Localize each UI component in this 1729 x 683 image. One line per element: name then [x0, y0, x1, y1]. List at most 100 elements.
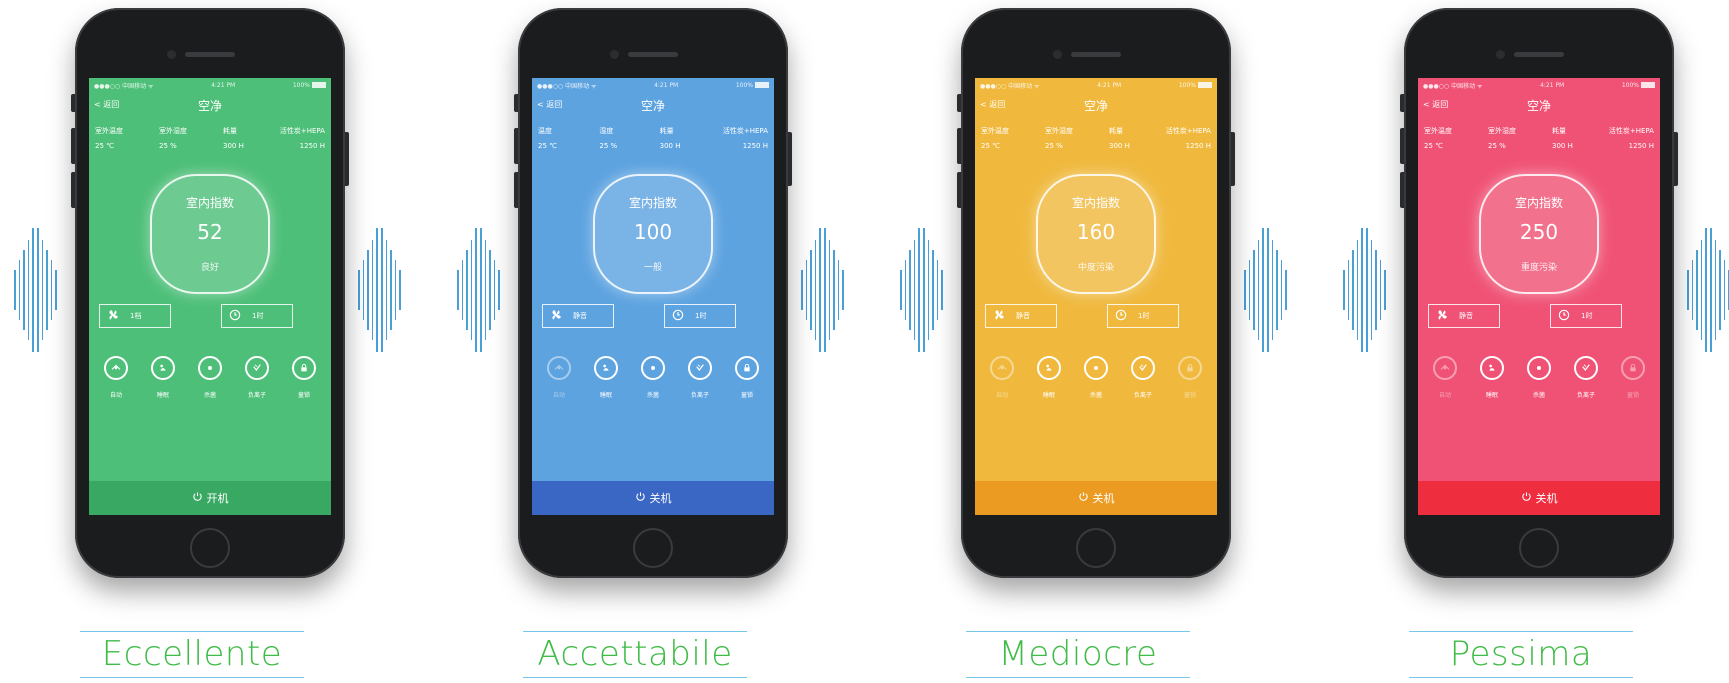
mode-toggle-3[interactable]: 杀菌	[191, 356, 229, 399]
fan-speed-button[interactable]: 1档	[99, 304, 171, 328]
wave-bar	[390, 250, 392, 330]
mode-label: 负离子	[247, 392, 266, 399]
mode-toggle-2[interactable]: 睡眠	[1030, 356, 1068, 399]
fan-speed-button[interactable]: 静音	[985, 304, 1057, 328]
page-title: 空净	[197, 99, 222, 113]
stat-value: 300 H	[659, 142, 681, 150]
wave-bar	[1285, 270, 1287, 310]
wave-bar	[1352, 250, 1354, 330]
caption-rule-top	[80, 631, 304, 632]
mode-toggle-3[interactable]: 杀菌	[1077, 356, 1115, 399]
mode-toggle-3[interactable]: 杀菌	[1520, 356, 1558, 399]
stat-label: 活性炭+HEPA	[1608, 127, 1654, 135]
stat-label: 室外湿度	[159, 127, 187, 135]
nav-bar: < 返回 空净	[89, 92, 331, 116]
wave-bar	[1723, 260, 1726, 320]
stat-label: 室外温度	[981, 127, 1009, 135]
wave-bar	[1271, 240, 1274, 340]
fan-speed-button[interactable]: 静音	[1428, 304, 1500, 328]
mode-toggle-5[interactable]: 童锁	[285, 356, 323, 399]
wave-bar	[1370, 240, 1373, 340]
fan-icon	[992, 308, 1006, 324]
mode-toggle-4[interactable]: 负离子	[238, 356, 276, 399]
wave-bar	[837, 260, 840, 320]
wave-bar	[1276, 250, 1278, 330]
timer-button[interactable]: 1时	[1107, 304, 1179, 328]
mode-toggle-1[interactable]: 自动	[540, 356, 578, 399]
mode-toolbar: 自动 睡眠 杀菌 负离子 童锁	[983, 356, 1209, 399]
stat-item: 室外温度 25 ℃	[1424, 126, 1452, 150]
mode-label: 负离子	[690, 392, 709, 399]
wave-bar	[810, 250, 812, 330]
auto-icon	[990, 356, 1014, 380]
mode-toggle-2[interactable]: 睡眠	[1473, 356, 1511, 399]
power-label: 关机	[1535, 492, 1558, 505]
wave-bar	[909, 250, 911, 330]
air-quality-gauge: 室内指数 52 良好	[150, 174, 270, 294]
wave-bar	[18, 260, 21, 320]
timer-button[interactable]: 1时	[664, 304, 736, 328]
sound-wave-left	[900, 228, 943, 352]
power-button[interactable]: 开机	[89, 481, 331, 515]
stat-item: 室外温度 25 ℃	[981, 126, 1009, 150]
phone-frame: ●●●○○ 中国移动 ᯤ 4:21 PM 100% < 返回 空净 室外温度 2…	[71, 8, 349, 578]
stat-item: 活性炭+HEPA 1250 H	[1166, 126, 1211, 150]
volume-up-button	[1400, 128, 1404, 164]
battery-status: 100%	[736, 82, 769, 89]
mode-toggle-5[interactable]: 童锁	[728, 356, 766, 399]
wave-bar	[1266, 228, 1269, 352]
stat-label: 湿度	[599, 127, 614, 135]
home-button[interactable]	[633, 528, 673, 568]
anion-icon	[1131, 356, 1155, 380]
carrier-signal: ●●●○○ 中国移动 ᯤ	[980, 82, 1040, 90]
clock-icon	[228, 308, 242, 324]
home-button[interactable]	[190, 528, 230, 568]
home-button[interactable]	[1076, 528, 1116, 568]
power-button[interactable]: 关机	[1418, 481, 1660, 515]
wave-bar	[489, 250, 491, 330]
mode-toggle-4[interactable]: 负离子	[1124, 356, 1162, 399]
mode-toggle-4[interactable]: 负离子	[1567, 356, 1605, 399]
mode-label: 睡眠	[599, 392, 612, 399]
mode-toggle-1[interactable]: 自动	[97, 356, 135, 399]
battery-icon	[1197, 82, 1212, 88]
stat-item: 温度 25 ℃	[538, 126, 557, 150]
stat-item: 活性炭+HEPA 1250 H	[1609, 126, 1654, 150]
mode-toggle-5[interactable]: 童锁	[1614, 356, 1652, 399]
mode-label: 自动	[1438, 392, 1451, 399]
mode-toggle-2[interactable]: 睡眠	[144, 356, 182, 399]
wave-bar	[493, 260, 496, 320]
gauge-level: 重度污染	[1520, 263, 1557, 273]
mode-toggle-4[interactable]: 负离子	[681, 356, 719, 399]
quality-caption: Accettabile	[537, 634, 733, 674]
mode-toggle-2[interactable]: 睡眠	[587, 356, 625, 399]
mode-toolbar: 自动 睡眠 杀菌 负离子 童锁	[97, 356, 323, 399]
mode-toggle-5[interactable]: 童锁	[1171, 356, 1209, 399]
mode-toolbar: 自动 睡眠 杀菌 负离子 童锁	[1426, 356, 1652, 399]
power-button[interactable]: 关机	[532, 481, 774, 515]
timer-button[interactable]: 1时	[1550, 304, 1622, 328]
mode-label: 童锁	[1183, 392, 1196, 399]
wave-bar	[922, 228, 925, 352]
air-quality-gauge: 室内指数 160 中度污染	[1036, 174, 1156, 294]
timer-button[interactable]: 1时	[221, 304, 293, 328]
mode-label: 睡眠	[156, 392, 169, 399]
sound-wave-right	[1687, 228, 1729, 352]
wave-bar	[1365, 228, 1368, 352]
stat-value: 25 ℃	[1424, 142, 1443, 150]
stat-item: 耗量 300 H	[660, 126, 681, 150]
mode-toggle-1[interactable]: 自动	[1426, 356, 1464, 399]
mode-label: 负离子	[1576, 392, 1595, 399]
mode-label: 杀菌	[1532, 392, 1545, 399]
lock-icon	[1178, 356, 1202, 380]
mode-toggle-3[interactable]: 杀菌	[634, 356, 672, 399]
power-button[interactable]: 关机	[975, 481, 1217, 515]
wave-bar	[1375, 250, 1377, 330]
mode-toggle-1[interactable]: 自动	[983, 356, 1021, 399]
wave-bar	[23, 250, 25, 330]
fan-speed-button[interactable]: 静音	[542, 304, 614, 328]
caption-rule-top	[523, 631, 747, 632]
sound-wave-left	[14, 228, 57, 352]
battery-icon	[754, 82, 769, 88]
home-button[interactable]	[1519, 528, 1559, 568]
